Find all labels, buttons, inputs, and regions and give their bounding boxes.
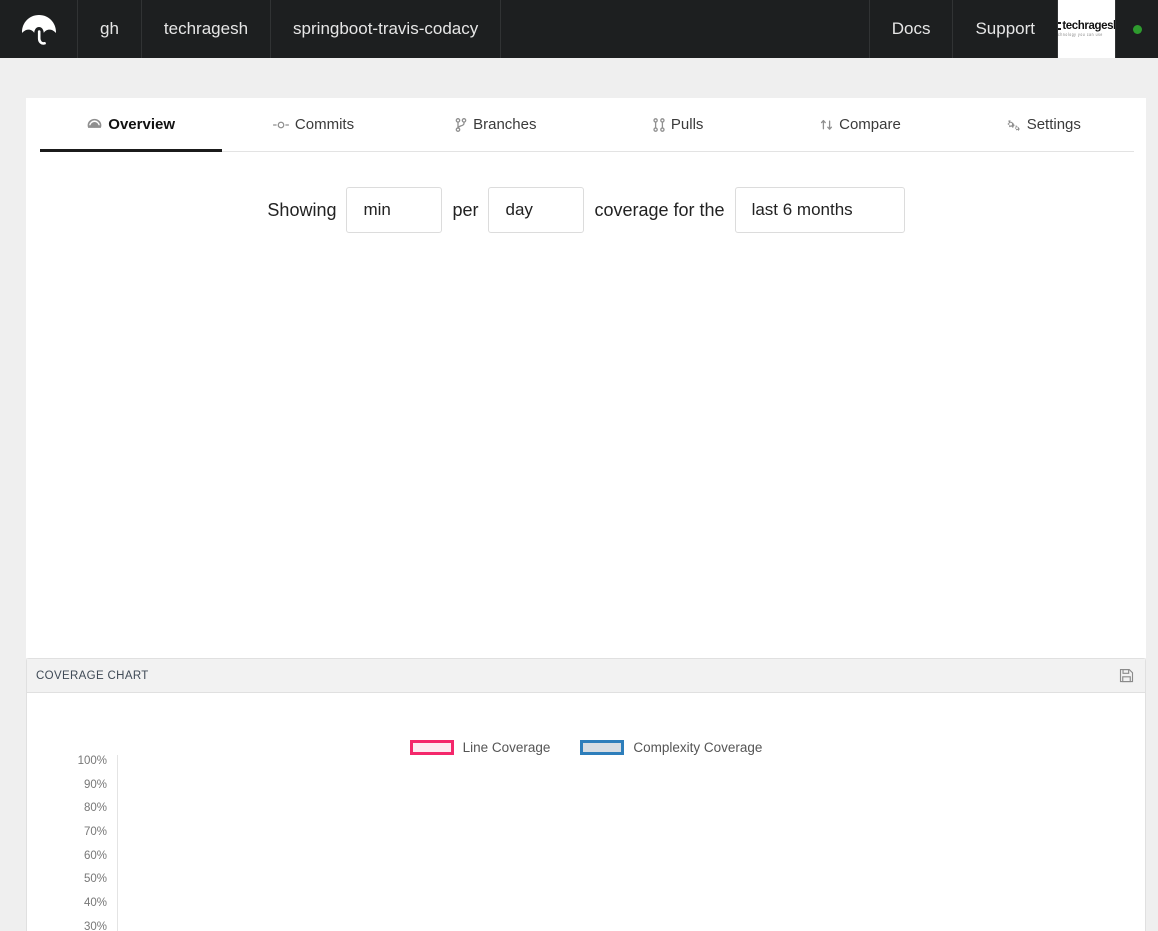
brand-bars-icon bbox=[1058, 21, 1062, 30]
y-axis-tick-labels: 100% 90% 80% 70% 60% 50% 40% 30% 20% 10%… bbox=[67, 755, 107, 931]
nav-repo-springboot-travis-codacy[interactable]: springboot-travis-codacy bbox=[271, 0, 502, 58]
period-select-value: day bbox=[505, 200, 533, 219]
overview-panel: Overview Commits Branches Pulls Compare … bbox=[26, 98, 1146, 658]
nav-spacer bbox=[501, 0, 870, 58]
showing-suffix-label: coverage for the bbox=[594, 199, 725, 220]
tab-branches-label: Branches bbox=[473, 116, 537, 133]
status-dot-icon bbox=[1132, 24, 1142, 34]
nav-docs[interactable]: Docs bbox=[870, 0, 954, 58]
tab-commits-label: Commits bbox=[294, 116, 355, 133]
tab-compare-label: Compare bbox=[839, 116, 901, 133]
codacy-logo-button[interactable] bbox=[0, 0, 78, 58]
y-tick: 40% bbox=[83, 897, 107, 910]
account-avatar[interactable]: techragesh Technology you can use bbox=[1058, 0, 1116, 58]
status-indicator[interactable] bbox=[1116, 0, 1158, 58]
showing-per-label: per bbox=[452, 199, 479, 220]
range-select[interactable]: last 6 months bbox=[734, 187, 905, 233]
account-brand-logo: techragesh Technology you can use bbox=[1058, 19, 1116, 38]
range-select-value: last 6 months bbox=[751, 200, 853, 219]
top-navigation-bar: gh techragesh springboot-travis-codacy D… bbox=[0, 0, 1158, 58]
metric-select[interactable]: min bbox=[346, 187, 443, 233]
tab-settings[interactable]: Settings bbox=[952, 98, 1134, 151]
compare-icon bbox=[820, 118, 833, 132]
commit-icon bbox=[272, 119, 289, 131]
coverage-chart-header: COVERAGE CHART bbox=[27, 659, 1145, 693]
tab-branches[interactable]: Branches bbox=[405, 98, 587, 151]
y-tick: 70% bbox=[83, 826, 107, 839]
y-tick: 30% bbox=[83, 920, 107, 931]
nav-support[interactable]: Support bbox=[953, 0, 1058, 58]
gear-icon bbox=[1005, 118, 1021, 132]
repo-tab-bar: Overview Commits Branches Pulls Compare … bbox=[40, 98, 1134, 152]
coverage-chart-body: Line Coverage Complexity Coverage 100% 9… bbox=[27, 693, 1145, 931]
pull-request-icon bbox=[653, 117, 665, 132]
dashboard-icon bbox=[87, 118, 102, 131]
tab-commits[interactable]: Commits bbox=[222, 98, 404, 151]
y-tick: 80% bbox=[83, 802, 107, 815]
save-floppy-icon[interactable] bbox=[1119, 668, 1134, 683]
metric-select-value: min bbox=[363, 200, 391, 219]
page-body: Overview Commits Branches Pulls Compare … bbox=[0, 98, 1158, 931]
coverage-chart-title: COVERAGE CHART bbox=[36, 669, 149, 682]
coverage-plot-area: 100% 90% 80% 70% 60% 50% 40% 30% 20% 10%… bbox=[27, 693, 1145, 931]
y-tick: 100% bbox=[77, 755, 107, 767]
tab-pulls-label: Pulls bbox=[670, 116, 704, 133]
nav-right-group: Docs Support techragesh Technology you c… bbox=[870, 0, 1158, 58]
codacy-umbrella-logo-icon bbox=[19, 12, 59, 46]
y-tick: 60% bbox=[83, 849, 107, 862]
account-brand-title: techragesh bbox=[1062, 19, 1116, 32]
branch-icon bbox=[455, 117, 467, 132]
nav-provider-gh[interactable]: gh bbox=[78, 0, 142, 58]
coverage-filter-bar: Showing min per day coverage for the las… bbox=[26, 152, 1146, 257]
showing-prefix-label: Showing bbox=[267, 199, 337, 220]
y-tick: 90% bbox=[83, 778, 107, 791]
y-axis-line bbox=[117, 755, 118, 931]
tab-overview[interactable]: Overview bbox=[40, 98, 223, 152]
tab-compare[interactable]: Compare bbox=[769, 98, 951, 151]
nav-org-techragesh[interactable]: techragesh bbox=[142, 0, 272, 58]
tab-pulls[interactable]: Pulls bbox=[587, 98, 769, 151]
account-brand-subtitle: Technology you can use bbox=[1058, 32, 1103, 38]
tab-settings-label: Settings bbox=[1026, 116, 1081, 133]
y-tick: 50% bbox=[83, 873, 107, 886]
tab-overview-label: Overview bbox=[108, 116, 176, 133]
coverage-chart-card: COVERAGE CHART Line Coverage Complexity … bbox=[26, 658, 1146, 931]
period-select[interactable]: day bbox=[488, 187, 585, 233]
